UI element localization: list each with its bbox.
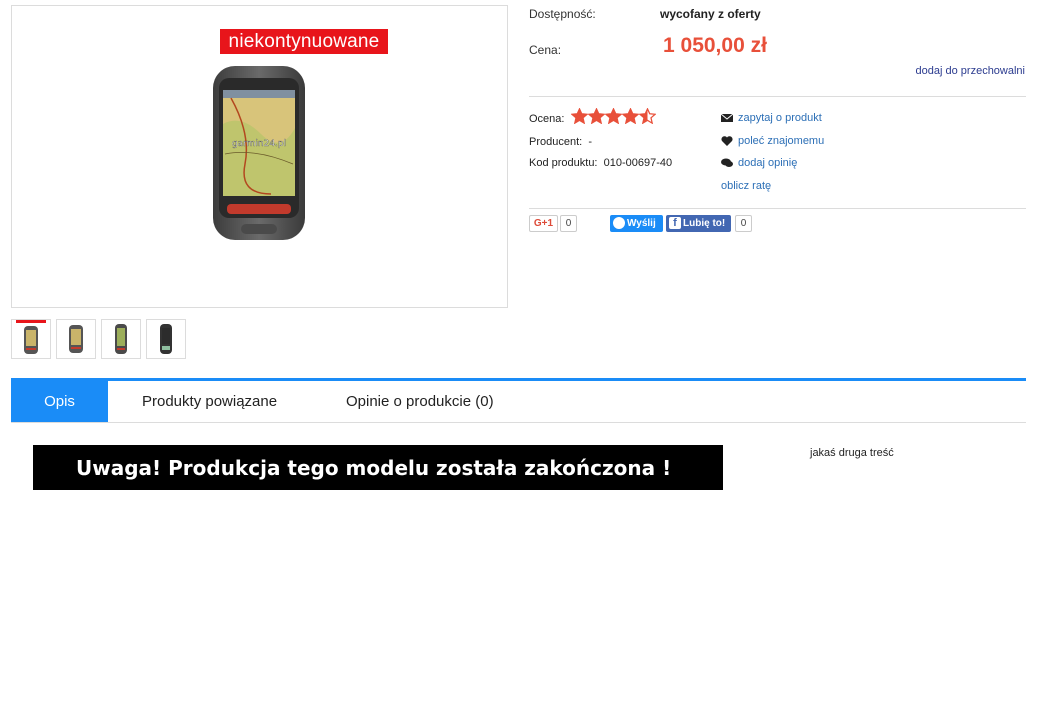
discontinued-notice-text: Uwaga! Produkcja tego modelu została zak… [76,456,672,480]
producer-value: - [588,136,592,148]
facebook-like-count: 0 [735,215,752,232]
product-code-label: Kod produktu: [529,157,598,169]
calculate-installment-link[interactable]: oblicz ratę [721,180,771,192]
messenger-send-label: Wyślij [627,218,656,229]
comments-icon [721,158,733,167]
add-to-storage-link[interactable]: dodaj do przechowalni [916,65,1025,77]
messenger-send-button[interactable]: Wyślij [610,215,663,232]
tab-related-products[interactable]: Produkty powiązane [142,381,277,422]
facebook-like-button[interactable]: f Lubię to! [666,215,731,232]
product-tabs: Opis Produkty powiązane Opinie o produkc… [11,378,1026,423]
star-icon [571,108,588,124]
add-review-label: dodaj opinię [738,157,798,169]
thumbnail-strip [11,319,186,359]
recommend-to-friend-label: poleć znajomemu [738,135,825,147]
availability-value: wycofany z oferty [660,7,761,21]
discontinued-badge: niekontynuowane [220,29,388,54]
star-icon [588,108,605,124]
messenger-icon [613,217,625,229]
thumbnail-2[interactable] [56,319,96,359]
product-main-image[interactable]: niekontynuowane garmin24.pl [11,5,508,308]
rating-label: Ocena: [529,113,565,125]
thumbnail-4[interactable] [146,319,186,359]
gps-device-image: garmin24.pl [213,66,305,240]
rating-stars [571,108,656,124]
facebook-icon: f [669,217,681,229]
tab-product-reviews[interactable]: Opinie o produkcie (0) [346,381,494,422]
thumbnail-3[interactable] [101,319,141,359]
price-value: 1 050,00 zł [663,34,767,57]
divider [529,208,1026,209]
google-plus-count: 0 [560,215,577,232]
producer-label: Producent: [529,136,583,148]
product-code-row: Kod produktu: 010-00697-40 [529,157,672,169]
side-content-text: jakaś druga treść [810,447,894,459]
thumbnail-1[interactable] [11,319,51,359]
add-review-link[interactable]: dodaj opinię [721,157,797,169]
availability-label: Dostępność: [529,7,596,21]
calculate-installment-label: oblicz ratę [721,180,772,192]
product-code-value: 010-00697-40 [603,157,673,169]
price-label: Cena: [529,43,562,57]
google-plus-button[interactable]: G+1 [529,215,558,232]
recommend-to-friend-link[interactable]: poleć znajomemu [721,135,824,147]
ask-about-product-label: zapytaj o produkt [738,112,822,124]
tab-description[interactable]: Opis [11,381,108,422]
facebook-like-label: Lubię to! [683,218,726,229]
discontinued-notice-banner: Uwaga! Produkcja tego modelu została zak… [33,445,723,490]
envelope-icon [721,113,733,122]
divider [529,96,1026,97]
producer-row: Producent: - [529,136,592,148]
map-watermark: garmin24.pl [232,139,286,149]
star-icon [622,108,639,124]
star-icon [605,108,622,124]
ask-about-product-link[interactable]: zapytaj o produkt [721,112,822,124]
heart-icon [721,136,733,146]
star-icon [639,108,656,124]
